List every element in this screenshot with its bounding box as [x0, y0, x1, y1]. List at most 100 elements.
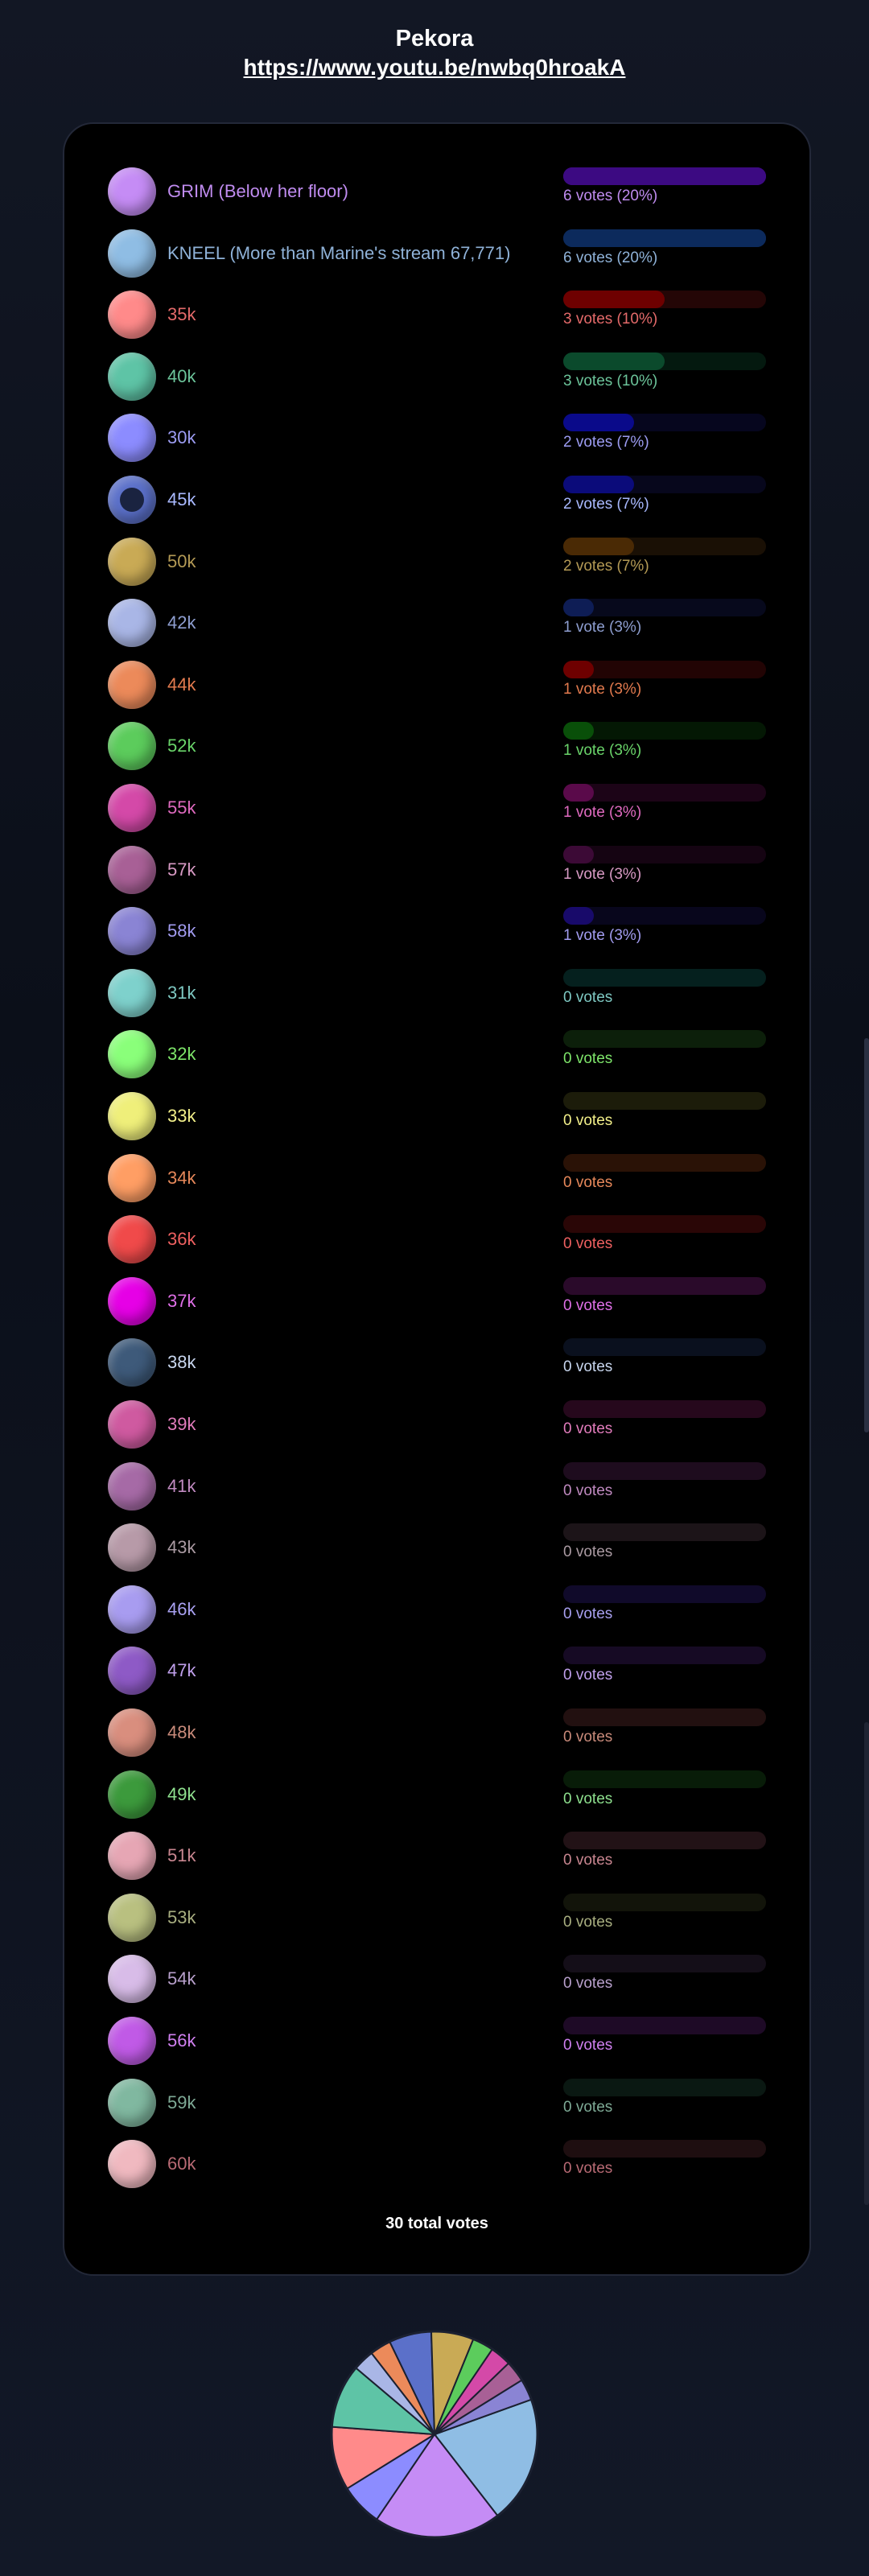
vote-bar [563, 1215, 766, 1234]
option-radio[interactable] [108, 1338, 156, 1387]
vote-bar [563, 1523, 766, 1542]
option-label: KNEEL (More than Marine's stream 67,771) [167, 242, 511, 263]
option-radio[interactable] [108, 1276, 156, 1325]
vote-count: 0 votes [563, 1358, 613, 1376]
option-radio[interactable] [108, 722, 156, 771]
option-radio[interactable] [108, 1400, 156, 1449]
poll-option[interactable]: GRIM (Below her floor) 6 votes (20%) [64, 167, 809, 216]
scrollbar-thumb-secondary[interactable] [864, 1722, 869, 2205]
option-radio[interactable] [108, 1585, 156, 1634]
option-radio[interactable] [108, 968, 156, 1017]
option-label: 47k [167, 1660, 196, 1681]
option-radio[interactable] [108, 1153, 156, 1202]
option-label: 46k [167, 1598, 196, 1619]
vote-bar [563, 907, 766, 925]
option-radio[interactable] [108, 1955, 156, 2004]
option-radio[interactable] [108, 414, 156, 463]
poll-option[interactable]: 41k 0 votes [64, 1461, 809, 1511]
option-radio[interactable] [108, 291, 156, 340]
scrollbar[interactable] [864, 0, 869, 2576]
option-radio[interactable] [108, 352, 156, 401]
vote-bar [563, 1647, 766, 1665]
option-radio[interactable] [108, 1708, 156, 1757]
poll-option[interactable]: 57k 1 vote (3%) [64, 845, 809, 894]
option-label: 56k [167, 2030, 196, 2050]
poll-option[interactable]: 45k 2 votes (7%) [64, 476, 809, 524]
option-radio[interactable] [108, 2017, 156, 2065]
poll-option[interactable]: 34k 0 votes [64, 1153, 809, 1202]
poll-option[interactable]: 37k 0 votes [64, 1276, 809, 1325]
poll-option[interactable]: 36k 0 votes [64, 1215, 809, 1264]
option-label: GRIM (Below her floor) [167, 181, 348, 201]
poll-option[interactable]: 38k 0 votes [64, 1338, 809, 1387]
option-radio[interactable] [108, 660, 156, 709]
vote-count: 0 votes [563, 1913, 613, 1931]
option-radio[interactable] [108, 845, 156, 894]
vote-count: 1 vote (3%) [563, 680, 642, 698]
poll-option[interactable]: 55k 1 vote (3%) [64, 784, 809, 832]
vote-bar [563, 1770, 766, 1788]
option-radio[interactable] [108, 599, 156, 648]
poll-option[interactable]: 52k 1 vote (3%) [64, 722, 809, 771]
vote-count: 0 votes [563, 1729, 613, 1745]
vote-bar [563, 1338, 766, 1357]
option-radio[interactable] [108, 1030, 156, 1079]
option-label: 35k [167, 304, 196, 325]
option-radio[interactable] [108, 1461, 156, 1511]
option-radio[interactable] [108, 1770, 156, 1819]
poll-option[interactable]: KNEEL (More than Marine's stream 67,771)… [64, 229, 809, 278]
poll-option[interactable]: 54k 0 votes [64, 1955, 809, 2004]
poll-option[interactable]: 39k 0 votes [64, 1400, 809, 1449]
poll-option[interactable]: 58k 1 vote (3%) [64, 907, 809, 956]
vote-bar [563, 352, 766, 370]
poll-option[interactable]: 35k 3 votes (10%) [64, 291, 809, 340]
vote-bar [563, 414, 766, 432]
poll-option[interactable]: 42k 1 vote (3%) [64, 599, 809, 648]
poll-option[interactable]: 59k 0 votes [64, 2078, 809, 2127]
option-radio[interactable] [108, 1523, 156, 1572]
option-radio[interactable] [108, 2140, 156, 2189]
option-radio[interactable] [108, 1215, 156, 1264]
poll-option[interactable]: 48k 0 votes [64, 1708, 809, 1757]
poll-option[interactable]: 33k 0 votes [64, 1092, 809, 1140]
poll-option[interactable]: 60k 0 votes [64, 2140, 809, 2189]
vote-count: 1 vote (3%) [563, 865, 642, 883]
option-radio[interactable] [108, 784, 156, 832]
poll-option[interactable]: 44k 1 vote (3%) [64, 660, 809, 709]
option-label: 32k [167, 1044, 196, 1065]
option-label: 58k [167, 921, 196, 942]
option-radio[interactable] [108, 1092, 156, 1140]
poll-option[interactable]: 46k 0 votes [64, 1585, 809, 1634]
option-label: 43k [167, 1537, 196, 1558]
vote-count: 0 votes [563, 1173, 613, 1191]
option-radio[interactable] [108, 476, 156, 524]
option-label: 40k [167, 365, 196, 386]
video-link[interactable]: https://www.youtu.be/nwbq0hroakA [0, 53, 869, 82]
option-label: 55k [167, 798, 196, 818]
vote-bar-fill [563, 352, 665, 370]
vote-count: 6 votes (20%) [563, 249, 658, 266]
option-radio[interactable] [108, 537, 156, 586]
option-radio[interactable] [108, 229, 156, 278]
option-radio[interactable] [108, 1832, 156, 1881]
poll-option[interactable]: 56k 0 votes [64, 2017, 809, 2065]
poll-option[interactable]: 47k 0 votes [64, 1647, 809, 1696]
poll-option[interactable]: 43k 0 votes [64, 1523, 809, 1572]
poll-option[interactable]: 51k 0 votes [64, 1832, 809, 1881]
option-radio[interactable] [108, 2078, 156, 2127]
vote-bar [563, 1893, 766, 1911]
poll-option[interactable]: 50k 2 votes (7%) [64, 537, 809, 586]
option-radio[interactable] [108, 1893, 156, 1942]
poll-option[interactable]: 40k 3 votes (10%) [64, 352, 809, 401]
poll-option[interactable]: 53k 0 votes [64, 1893, 809, 1942]
option-radio[interactable] [108, 167, 156, 216]
poll-option[interactable]: 49k 0 votes [64, 1770, 809, 1819]
scrollbar-thumb[interactable] [864, 1038, 869, 1432]
vote-bar [563, 1461, 766, 1480]
option-radio[interactable] [108, 1647, 156, 1696]
option-radio[interactable] [108, 907, 156, 956]
vote-count: 0 votes [563, 988, 613, 1006]
poll-option[interactable]: 31k 0 votes [64, 968, 809, 1017]
poll-option[interactable]: 30k 2 votes (7%) [64, 414, 809, 463]
poll-option[interactable]: 32k 0 votes [64, 1030, 809, 1079]
